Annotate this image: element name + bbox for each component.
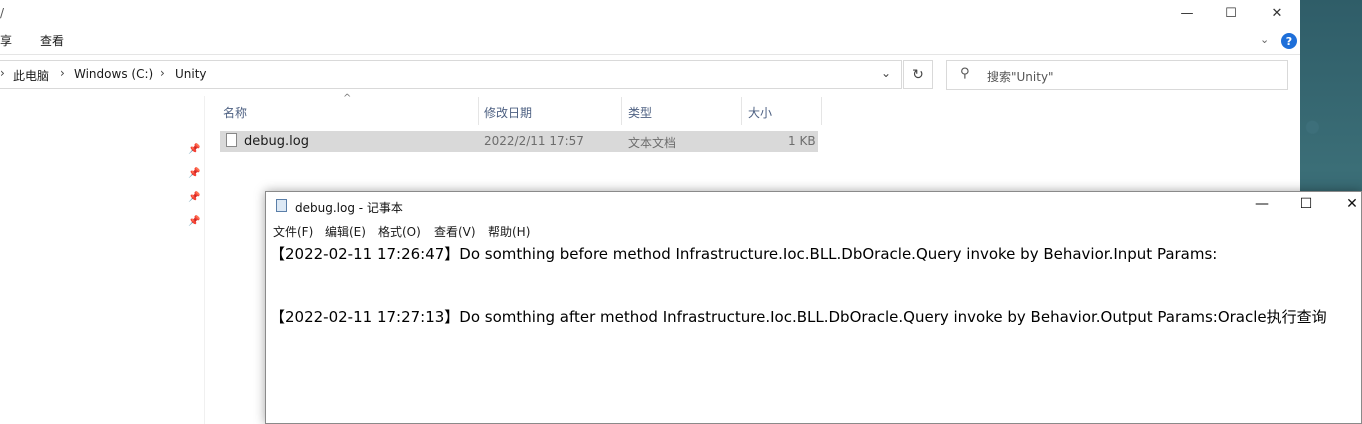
column-header-modified[interactable]: 修改日期 (484, 104, 532, 121)
menu-file[interactable]: 文件(F) (273, 223, 313, 240)
column-divider[interactable] (821, 97, 822, 125)
ribbon-tab-view[interactable]: 查看 (40, 32, 64, 49)
menu-format[interactable]: 格式(O) (378, 223, 421, 240)
breadcrumb-this-pc[interactable]: 此电脑 (13, 67, 49, 84)
column-divider[interactable] (621, 97, 622, 125)
search-placeholder[interactable]: 搜索"Unity" (987, 68, 1054, 85)
close-button[interactable]: ✕ (1254, 0, 1300, 26)
refresh-button[interactable]: ↻ (903, 60, 933, 89)
column-divider[interactable] (741, 97, 742, 125)
log-line: 【2022-02-11 17:26:47】Do somthing before … (270, 245, 1218, 263)
column-header-name[interactable]: 名称 (223, 104, 247, 121)
notepad-maximize-button[interactable]: ☐ (1294, 196, 1318, 212)
address-history-chevron-down-icon[interactable]: ⌄ (881, 66, 891, 80)
breadcrumb-c-drive[interactable]: Windows (C:) (74, 67, 153, 81)
ribbon-expand-chevron-icon[interactable]: ⌄ (1260, 33, 1269, 46)
ribbon-divider (0, 54, 1300, 55)
notepad-close-button[interactable]: ✕ (1340, 196, 1362, 212)
maximize-button[interactable]: ☐ (1208, 0, 1254, 26)
breadcrumb-unity[interactable]: Unity (175, 67, 207, 81)
window-title-fragment: / (0, 6, 5, 20)
column-header-type[interactable]: 类型 (628, 104, 652, 121)
log-line: 【2022-02-11 17:27:13】Do somthing after m… (270, 308, 1327, 326)
help-icon[interactable]: ? (1281, 33, 1297, 49)
menu-help[interactable]: 帮助(H) (488, 223, 530, 240)
notepad-text-area[interactable]: 【2022-02-11 17:26:47】Do somthing before … (270, 243, 1360, 424)
pin-icon: 📌 (188, 144, 201, 155)
notepad-title: debug.log - 记事本 (295, 201, 403, 215)
refresh-icon: ↻ (912, 66, 924, 83)
file-size: 1 KB (788, 134, 816, 148)
text-file-icon (226, 133, 237, 147)
breadcrumb-chevron-icon: › (160, 66, 165, 80)
file-modified: 2022/2/11 17:57 (484, 134, 584, 148)
column-header-size[interactable]: 大小 (748, 104, 772, 121)
menu-view[interactable]: 查看(V) (434, 223, 476, 240)
notepad-minimize-button[interactable]: — (1250, 196, 1274, 212)
sort-ascending-icon: ^ (343, 93, 352, 104)
column-divider[interactable] (478, 97, 479, 125)
nav-pane-divider (204, 96, 205, 424)
ribbon-tab-share[interactable]: 享 (0, 32, 12, 49)
minimize-button[interactable]: — (1164, 0, 1210, 26)
search-icon: ⚲ (960, 66, 970, 81)
pin-icon: 📌 (188, 216, 201, 227)
pin-icon: 📌 (188, 192, 201, 203)
breadcrumb-chevron-icon: › (60, 66, 65, 80)
pin-icon: 📌 (188, 168, 201, 179)
breadcrumb-chevron-icon: › (0, 66, 5, 80)
notepad-icon (276, 199, 287, 212)
file-name[interactable]: debug.log (244, 134, 309, 149)
menu-edit[interactable]: 编辑(E) (325, 223, 366, 240)
file-type: 文本文档 (628, 136, 677, 150)
